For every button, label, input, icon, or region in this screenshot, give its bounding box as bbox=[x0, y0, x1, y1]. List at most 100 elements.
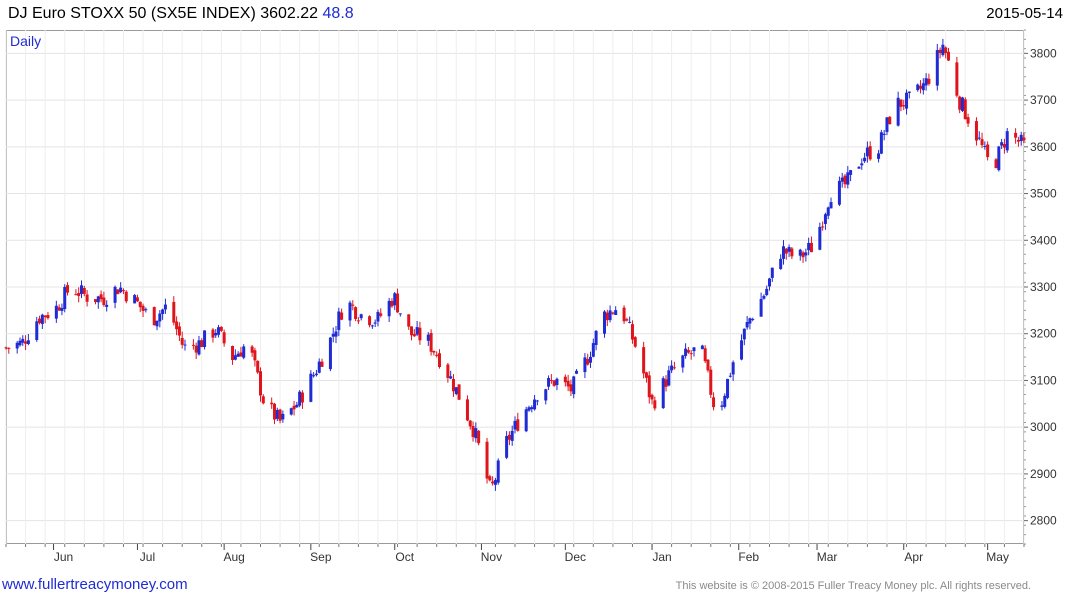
candle-body bbox=[552, 380, 556, 386]
candle-body bbox=[60, 308, 64, 311]
candle-body bbox=[40, 314, 44, 324]
candle-body bbox=[586, 359, 590, 365]
candle-body bbox=[726, 378, 730, 398]
candle-body bbox=[1019, 134, 1023, 141]
x-tick-label: Aug bbox=[223, 550, 244, 564]
candle-body bbox=[21, 338, 25, 343]
candle-body bbox=[239, 352, 243, 357]
candle-body bbox=[57, 307, 61, 311]
candle-body bbox=[437, 353, 441, 367]
candle-body bbox=[865, 147, 869, 157]
candle-body bbox=[54, 305, 58, 319]
candle-body bbox=[197, 340, 201, 355]
candle-body bbox=[941, 44, 945, 56]
candle-body bbox=[493, 479, 497, 485]
candle-body bbox=[161, 309, 165, 315]
candle-body bbox=[801, 252, 805, 258]
candle-body bbox=[412, 334, 416, 337]
candle-body bbox=[222, 332, 226, 344]
candle-body bbox=[748, 318, 752, 324]
candle-body bbox=[272, 403, 276, 420]
candle-body bbox=[935, 50, 939, 86]
candle-body bbox=[888, 116, 892, 125]
candle-body bbox=[572, 376, 576, 395]
y-tick-label: 3100 bbox=[1030, 373, 1057, 387]
candle-body bbox=[955, 62, 959, 96]
candle-body bbox=[647, 375, 651, 398]
candle-body bbox=[152, 307, 156, 326]
candle-body bbox=[700, 345, 704, 350]
candlestick-chart: 2800 2900 3000 3100 3200 3300 3400 3500 3600 3700… bbox=[4, 29, 1057, 564]
candle-body bbox=[1000, 142, 1004, 146]
candle-body bbox=[944, 47, 948, 53]
candle-body bbox=[465, 399, 469, 421]
candle-body bbox=[183, 344, 187, 346]
candle-body bbox=[328, 337, 332, 370]
candle-body bbox=[259, 371, 262, 396]
candle-body bbox=[138, 301, 142, 308]
candle-body bbox=[18, 340, 22, 346]
candle-body bbox=[857, 166, 861, 169]
candle-body bbox=[547, 378, 551, 387]
candle-body bbox=[390, 300, 394, 307]
candle-body bbox=[751, 318, 755, 320]
candle-body bbox=[712, 397, 716, 408]
candle-body bbox=[99, 294, 103, 300]
candle-body bbox=[66, 285, 70, 293]
candle-body bbox=[194, 345, 198, 353]
candle-body bbox=[670, 365, 674, 371]
candle-body bbox=[938, 49, 942, 54]
candle-body bbox=[625, 319, 629, 321]
candle-body bbox=[653, 400, 657, 409]
candle-body bbox=[334, 331, 338, 337]
candle-body bbox=[435, 354, 439, 356]
candle-body bbox=[15, 342, 19, 349]
candle-body bbox=[723, 395, 727, 407]
candle-body bbox=[141, 305, 145, 311]
frequency-label: Daily bbox=[10, 33, 42, 49]
x-tick-label: Nov bbox=[481, 550, 502, 564]
candle-body bbox=[689, 353, 693, 355]
y-tick-label: 2900 bbox=[1030, 467, 1057, 481]
candle-body bbox=[510, 430, 514, 441]
candle-body bbox=[356, 320, 360, 322]
candle-body bbox=[180, 337, 184, 345]
candle-body bbox=[731, 362, 735, 375]
candle-body bbox=[770, 267, 774, 278]
candle-body bbox=[907, 91, 911, 93]
y-tick-label: 3000 bbox=[1030, 420, 1057, 434]
candle-body bbox=[997, 146, 1001, 171]
candle-body bbox=[231, 346, 235, 360]
candle-body bbox=[211, 329, 215, 338]
candle-body bbox=[611, 312, 615, 314]
candle-body bbox=[35, 321, 39, 340]
candle-body bbox=[569, 384, 573, 392]
candle-body bbox=[986, 144, 990, 158]
candle-body bbox=[451, 378, 455, 392]
website-link[interactable]: www.fullertreacymoney.com bbox=[2, 576, 188, 593]
candle-body bbox=[703, 348, 707, 362]
candle-body bbox=[505, 436, 509, 458]
candle-body bbox=[214, 332, 218, 336]
candle-body bbox=[807, 242, 811, 251]
candle-body bbox=[759, 298, 763, 317]
candle-body bbox=[485, 441, 489, 479]
candle-body bbox=[787, 246, 791, 252]
candle-body bbox=[535, 400, 539, 402]
candle-body bbox=[742, 328, 746, 340]
candle-body bbox=[376, 311, 380, 322]
candle-body bbox=[124, 291, 128, 302]
y-tick-label: 3500 bbox=[1030, 187, 1057, 201]
candle-body bbox=[899, 99, 903, 107]
candle-body bbox=[946, 51, 950, 61]
candle-body bbox=[242, 346, 246, 358]
candle-body bbox=[686, 349, 690, 353]
x-tick-label: Jul bbox=[140, 550, 155, 564]
x-tick-label: Dec bbox=[565, 550, 586, 564]
candle-body bbox=[684, 348, 688, 356]
candle-body bbox=[605, 312, 609, 321]
candle-body bbox=[980, 139, 984, 146]
candle-body bbox=[706, 359, 710, 371]
candle-body bbox=[507, 434, 511, 440]
candle-body bbox=[396, 293, 400, 313]
